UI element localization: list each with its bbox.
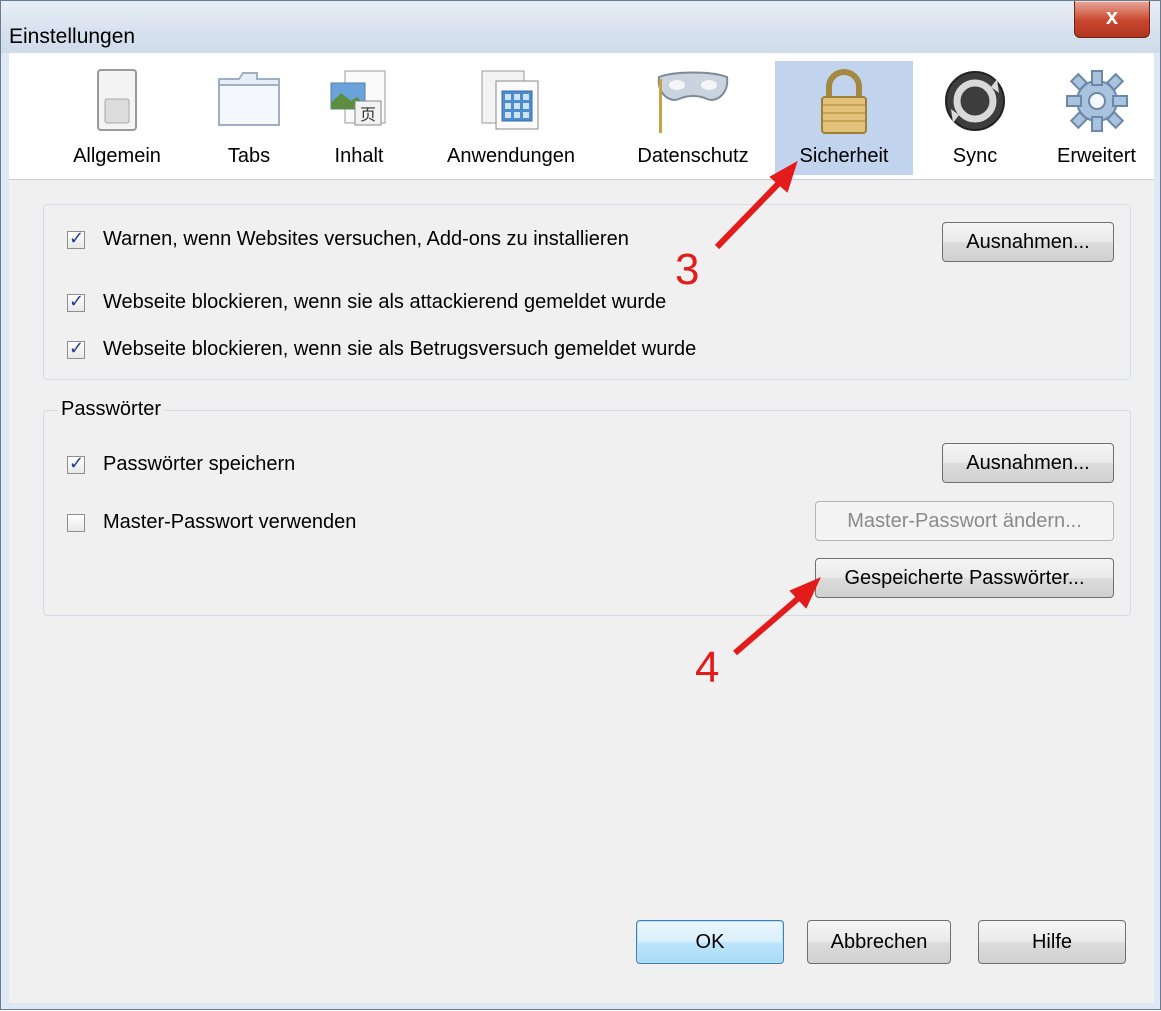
annotation-step-4: 4: [695, 643, 720, 692]
annotation-arrows: [714, 160, 822, 656]
settings-dialog: Einstellungen x Allgemein Tabs 页 Inhalt: [0, 0, 1161, 1010]
annotation-step-3: 3: [675, 245, 700, 294]
arrow-step-4: [733, 577, 822, 656]
arrow-step-3: [714, 160, 798, 250]
